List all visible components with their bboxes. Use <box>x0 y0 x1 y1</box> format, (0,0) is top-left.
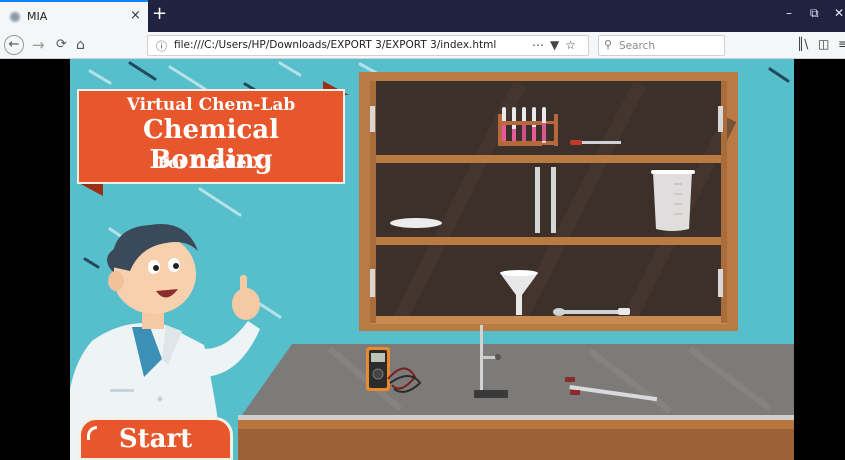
pocket-icon[interactable]: ▼ <box>550 38 565 52</box>
shelf-2 <box>370 237 727 245</box>
start-button[interactable]: Start <box>78 417 233 460</box>
search-icon: ⚲ <box>604 38 613 51</box>
title-panel: Virtual Chem-Lab Chemical Bonding For Gr… <box>77 89 345 184</box>
library-icon[interactable]: ║\ <box>797 37 808 51</box>
lab-scene: Virtual Chem-Lab Chemical Bonding For Gr… <box>70 59 794 460</box>
bookmark-star-icon[interactable]: ☆ <box>565 38 582 52</box>
back-icon[interactable]: ← <box>4 35 24 55</box>
sidebar-icon[interactable]: ◫ <box>818 37 829 51</box>
minimize-icon[interactable]: – <box>786 6 792 20</box>
url-actions: ⋯▼☆ <box>532 38 582 52</box>
page-content: Virtual Chem-Lab Chemical Bonding For Gr… <box>0 59 845 460</box>
url-text[interactable]: file:///C:/Users/HP/Downloads/EXPORT 3/E… <box>174 39 496 51</box>
shelf-1 <box>370 155 727 163</box>
lab-table <box>238 344 794 460</box>
forward-icon[interactable]: → <box>32 35 45 55</box>
start-button-label: Start <box>118 424 193 454</box>
more-icon[interactable]: ⋯ <box>532 38 550 52</box>
tab-title: MIA <box>27 10 48 23</box>
title-ribbon-left <box>77 182 103 196</box>
home-icon[interactable]: ⌂ <box>76 35 85 55</box>
grade-label: For Grade X <box>157 153 265 172</box>
app-subtitle: Virtual Chem-Lab <box>126 95 296 115</box>
restore-icon[interactable]: ⧉ <box>810 6 819 21</box>
beaker-icon <box>651 170 695 231</box>
browser-nav-bar: ← → ⟳ ⌂ ⓘ file:///C:/Users/HP/Downloads/… <box>0 32 845 59</box>
info-icon[interactable]: ⓘ <box>156 38 167 54</box>
petri-dish-icon <box>390 218 442 228</box>
browser-tab-strip: MIA × + – ⧉ ✕ <box>0 0 845 32</box>
multimeter-icon <box>366 347 390 391</box>
search-input[interactable] <box>619 38 719 53</box>
menu-icon[interactable]: ≡ <box>838 37 845 51</box>
browser-tab[interactable]: MIA × <box>0 0 148 32</box>
table-top <box>242 344 794 415</box>
new-tab-button[interactable]: + <box>152 4 167 24</box>
reload-icon[interactable]: ⟳ <box>56 35 67 55</box>
tab-favicon-icon <box>9 11 21 23</box>
tab-close-button[interactable]: × <box>130 8 141 24</box>
url-bar[interactable]: ⓘ file:///C:/Users/HP/Downloads/EXPORT 3… <box>147 35 589 56</box>
shelf-3 <box>370 316 727 324</box>
close-icon[interactable]: ✕ <box>834 6 844 20</box>
search-bar[interactable]: ⚲ <box>598 35 725 56</box>
